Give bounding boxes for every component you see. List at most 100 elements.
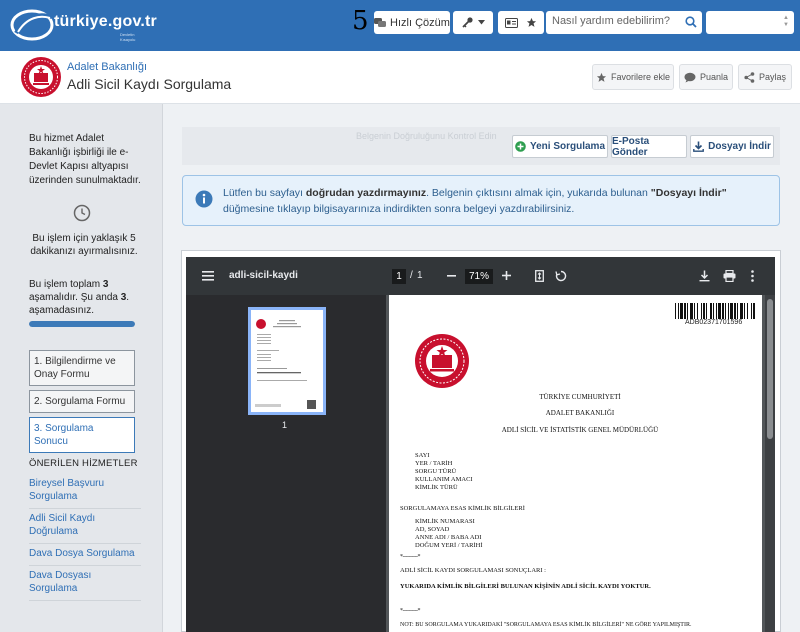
rate-label: Puanla (699, 72, 729, 82)
doc-field-label: YER / TARİH (415, 460, 453, 467)
doc-heading-directorate: ADLİ SİCİL VE İSTATİSTİK GENEL MÜDÜRLÜĞÜ (501, 426, 659, 434)
rotate-icon[interactable] (555, 270, 567, 282)
recommended-link[interactable]: Dava Dosya Sorgulama (29, 544, 141, 566)
login-key-button[interactable] (453, 11, 493, 34)
recommended-link[interactable]: Adli Sicil Kaydı Doğrulama (29, 509, 141, 544)
clock-icon (73, 204, 91, 222)
stages-text: Bu işlem toplam 3 aşamalıdır. Şu anda 3.… (29, 278, 141, 317)
speech-bubble-icon (684, 72, 696, 82)
progress-fill (29, 321, 135, 327)
doc-note: NOT: BU SORGULAMA YUKARIDAKİ "SORGULAMAY… (400, 622, 692, 628)
doc-field-label: ANNE ADI / BABA ADI (415, 534, 482, 541)
recommended-link[interactable]: Bireysel Başvuru Sorgulama (29, 474, 141, 509)
alert-part3: düğmesine tıklayıp bilgisayarınıza indir… (223, 203, 575, 215)
search-input[interactable] (552, 15, 680, 27)
id-card-button[interactable] (498, 11, 544, 34)
page-title: Adli Sicil Kaydı Sorgulama (67, 76, 232, 92)
doc-field-label: DOĞUM YERİ / TARİHİ (415, 542, 483, 549)
logo-text: türkiye.gov.tr (54, 13, 157, 30)
zoom-out-icon[interactable] (447, 275, 456, 277)
thumbnail-preview (255, 319, 316, 409)
search-icon[interactable] (685, 16, 697, 28)
download-file-label: Dosyayı İndir (708, 141, 771, 152)
barcode-icon (675, 303, 755, 319)
plus-circle-icon (515, 141, 526, 152)
add-favorite-button[interactable]: Favorilere ekle (592, 64, 674, 90)
ministry-emblem-icon (21, 57, 61, 97)
language-select[interactable]: ▲ ▼ (706, 11, 794, 34)
doc-field-label: KULLANIM AMACI (415, 476, 473, 483)
pdf-filename: adli-sicil-kaydi (229, 270, 298, 281)
thumbnail-page-number: 1 (282, 420, 288, 430)
print-icon[interactable] (723, 270, 736, 282)
service-header: Adalet Bakanlığı Adli Sicil Kaydı Sorgul… (0, 51, 800, 104)
page-number-input[interactable]: 1 (392, 269, 406, 284)
rate-button[interactable]: Puanla (679, 64, 733, 90)
download-file-button[interactable]: Dosyayı İndir (690, 135, 774, 158)
doc-fields-2: KİMLİK NUMARASI AD, SOYAD ANNE ADI / BAB… (415, 518, 483, 550)
fit-page-icon[interactable] (535, 270, 544, 282)
quick-solution-label: Hızlı Çözüm (390, 16, 450, 29)
progress-bar (29, 321, 135, 327)
doc-result-text: YUKARIDA KİMLİK BİLGİLERİ BULUNAN KİŞİNİ… (400, 583, 651, 590)
doc-separator: *----------* (400, 608, 420, 614)
star-icon (596, 72, 607, 82)
share-button[interactable]: Paylaş (738, 64, 792, 90)
alert-bold1: doğrudan yazdırmayınız (305, 187, 427, 199)
doc-field-label: SAYI (415, 452, 430, 459)
step-item-2[interactable]: 2. Sorgulama Formu (29, 390, 135, 413)
recommended-title: ÖNERİLEN HİZMETLER (29, 458, 138, 469)
stages-total: 3 (102, 279, 109, 290)
verify-document-link[interactable]: Belgenin Doğruluğunu Kontrol Edin (356, 131, 497, 141)
share-label: Paylaş (758, 72, 786, 82)
more-icon[interactable] (751, 270, 754, 282)
download-icon (693, 141, 704, 152)
doc-results-title: ADLİ SİCİL KAYDI SORGULAMASI SONUÇLARI : (400, 567, 546, 574)
page-count: 1 (417, 270, 423, 281)
pdf-scrollbar[interactable] (765, 295, 775, 632)
zoom-in-icon[interactable] (502, 271, 511, 280)
barcode-number: ADB02371701596 (685, 319, 743, 326)
doc-section-title: SORGULAMAYA ESAS KİMLİK BİLGİLERİ (400, 505, 525, 512)
zoom-level-input[interactable]: 71% (465, 269, 493, 284)
doc-heading-ministry: ADALET BAKANLIĞI (545, 409, 615, 417)
duration-text: Bu işlem için yaklaşık 5 dakikanızı ayır… (30, 233, 138, 257)
star-icon[interactable] (526, 17, 537, 28)
chevron-down-icon (477, 20, 485, 25)
new-query-button[interactable]: Yeni Sorgulama (512, 135, 608, 158)
ministry-name[interactable]: Adalet Bakanlığı (67, 61, 147, 73)
alert-bold2: "Dosyayı İndir" (650, 187, 727, 199)
recommended-link[interactable]: Dava Dosyası Sorgulama (29, 566, 141, 601)
search-box (546, 11, 702, 34)
alert-part1: Lütfen bu sayfayı (223, 187, 306, 199)
recommended-list: Bireysel Başvuru Sorgulama Adli Sicil Ka… (29, 474, 141, 601)
pdf-toolbar: adli-sicil-kaydi 1 / 1 71% (186, 257, 775, 295)
send-email-button[interactable]: E-Posta Gönder (611, 135, 687, 158)
new-query-label: Yeni Sorgulama (529, 141, 606, 152)
step-number: 5 (352, 6, 369, 36)
print-warning-alert: Lütfen bu sayfayı doğrudan yazdırmayınız… (182, 175, 780, 226)
step-item-3[interactable]: 3. Sorgulama Sonucu (29, 417, 135, 453)
doc-heading-republic: TÜRKİYE CUMHURİYETİ (539, 393, 621, 401)
pdf-scrollbar-thumb[interactable] (767, 299, 773, 439)
doc-separator: *----------* (400, 554, 420, 560)
key-icon (461, 17, 473, 28)
site-logo[interactable]: türkiye.gov.tr Devletin Kısayolu (10, 7, 157, 43)
doc-field-label: KİMLİK NUMARASI (415, 518, 475, 525)
ministry-emblem-icon (415, 334, 469, 388)
menu-icon[interactable] (202, 271, 214, 281)
favorite-label: Favorilere ekle (610, 72, 671, 82)
stages-mid: aşamalıdır. Şu anda (29, 292, 121, 303)
info-icon (195, 190, 213, 208)
chat-icon (374, 17, 387, 27)
send-email-label: E-Posta Gönder (612, 135, 650, 158)
top-bar: türkiye.gov.tr Devletin Kısayolu 5 Hızlı… (0, 0, 800, 51)
quick-solution-button[interactable]: Hızlı Çözüm (374, 11, 450, 34)
service-info-text: Bu hizmet Adalet Bakanlığı işbirliği ile… (29, 133, 141, 186)
download-icon[interactable] (699, 270, 710, 282)
page-thumbnail[interactable] (248, 307, 326, 415)
doc-fields-1: SAYI YER / TARİH SORGU TÜRÜ KULLANIM AMA… (415, 452, 473, 492)
doc-field-label: SORGU TÜRÜ (415, 468, 457, 475)
share-icon (744, 71, 755, 83)
step-item-1[interactable]: 1. Bilgilendirme ve Onay Formu (29, 350, 135, 386)
